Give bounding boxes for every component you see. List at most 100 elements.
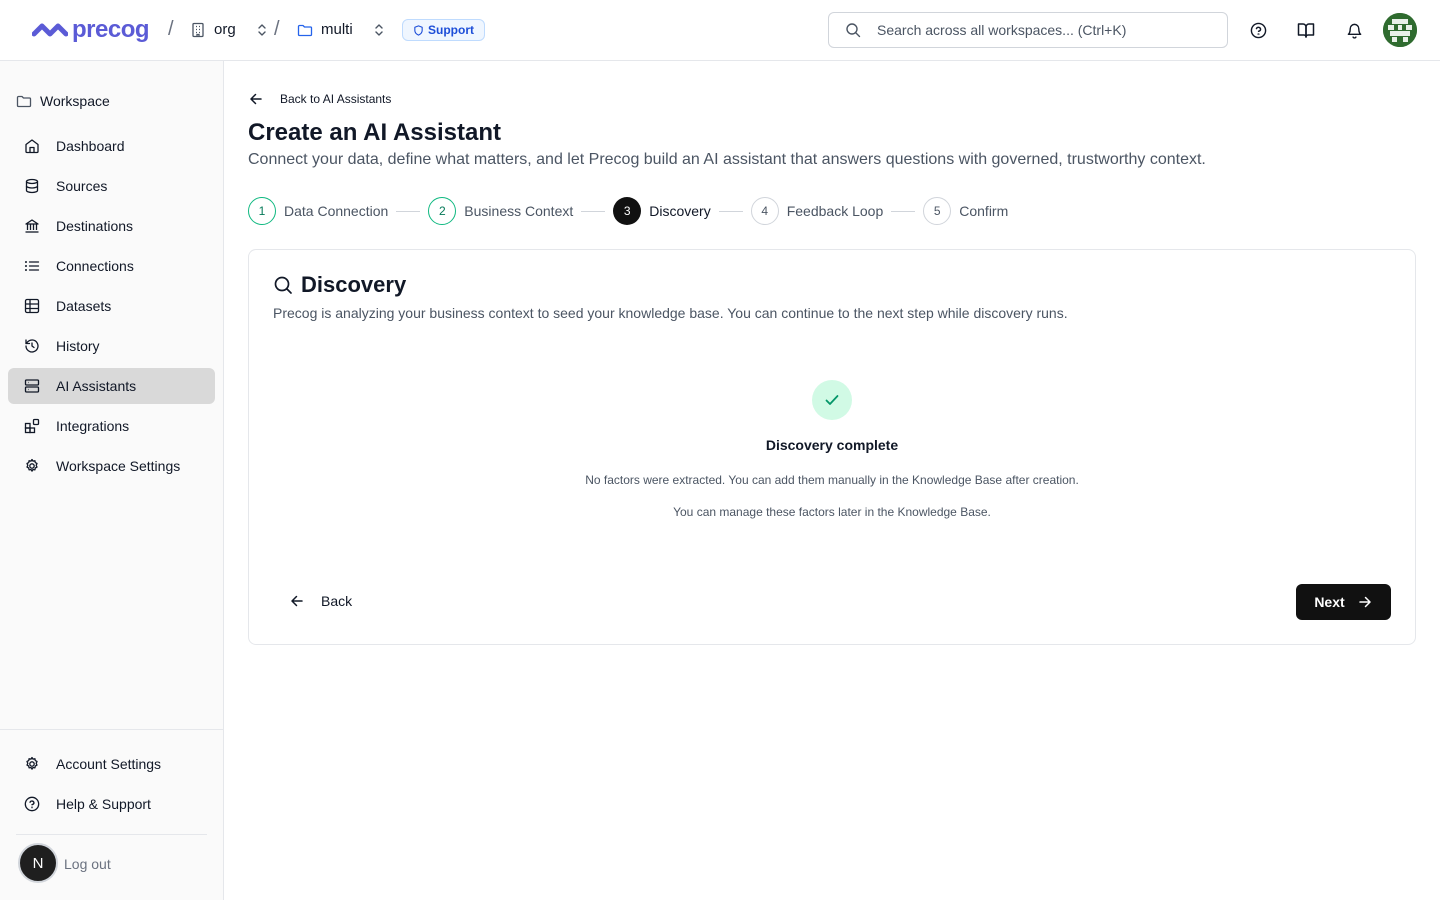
step-label: Discovery	[649, 203, 711, 219]
logo-text: precog	[72, 16, 150, 43]
history-icon	[25, 339, 39, 353]
logout-link[interactable]: Log out	[64, 856, 111, 872]
arrow-left-icon	[291, 595, 303, 607]
folder-icon	[297, 24, 313, 37]
step-label: Data Connection	[284, 203, 389, 219]
back-link-label: Back to AI Assistants	[280, 92, 392, 106]
chevrons-up-down-icon	[257, 24, 266, 36]
avatar-pattern-icon	[1383, 13, 1417, 47]
back-button[interactable]: Back	[277, 585, 364, 617]
sidebar-item-sources[interactable]: Sources	[8, 168, 215, 204]
docs-button[interactable]	[1294, 18, 1318, 42]
org-label: org	[214, 21, 236, 38]
sidebar-item-label: Integrations	[56, 418, 130, 434]
workspace-section-title: Workspace	[16, 93, 110, 109]
database-icon	[25, 178, 39, 194]
global-search[interactable]	[828, 12, 1228, 48]
workspace-selector[interactable]: multi	[297, 18, 387, 42]
search-icon	[274, 276, 292, 294]
sidebar-item-label: Dashboard	[56, 138, 125, 154]
server-icon	[24, 379, 40, 393]
bell-icon	[1347, 23, 1361, 39]
status-message: No factors were extracted. You can add t…	[585, 473, 1079, 487]
breadcrumb-separator: /	[168, 18, 174, 40]
step-feedback-loop: 4 Feedback Loop	[750, 197, 884, 225]
account-settings-label: Account Settings	[56, 756, 162, 772]
sidebar-item-workspace-settings[interactable]: Workspace Settings	[8, 448, 215, 484]
help-support-link[interactable]: Help & Support	[24, 789, 151, 819]
sidebar-item-label: Destinations	[56, 218, 134, 234]
step-connector	[891, 210, 916, 212]
help-circle-icon	[1250, 22, 1266, 38]
step-business-context[interactable]: 2 Business Context	[428, 197, 573, 225]
settings-icon	[26, 458, 38, 472]
step-label: Confirm	[959, 203, 1009, 219]
sidebar-item-label: Sources	[56, 178, 108, 194]
card-subtitle: Precog is analyzing your business contex…	[273, 305, 1068, 321]
step-number: 3	[613, 197, 642, 225]
help-circle-icon	[24, 796, 40, 812]
sidebar-item-ai-assistants[interactable]: AI Assistants	[8, 368, 215, 404]
page-title: Create an AI Assistant	[248, 119, 501, 146]
step-number: 5	[923, 197, 952, 225]
org-selector[interactable]: org	[190, 18, 270, 42]
step-number: 4	[750, 197, 779, 225]
sidebar-item-history[interactable]: History	[8, 328, 215, 364]
step-connector	[396, 210, 421, 212]
status-hint: You can manage these factors later in th…	[673, 505, 991, 519]
list-icon	[24, 260, 40, 272]
discovery-card: Discovery Precog is analyzing your busin…	[248, 249, 1416, 645]
support-badge[interactable]: Support	[402, 19, 485, 41]
sidebar-item-label: History	[56, 338, 100, 354]
success-badge	[812, 380, 852, 420]
step-connector	[581, 210, 606, 212]
sidebar-item-integrations[interactable]: Integrations	[8, 408, 215, 444]
wizard-stepper: 1 Data Connection 2 Business Context 3 D…	[248, 196, 1008, 226]
sidebar-item-label: Datasets	[56, 298, 112, 314]
workspace-title: Workspace	[40, 93, 110, 109]
workspace-label: multi	[321, 21, 353, 38]
sidebar-item-connections[interactable]: Connections	[8, 248, 215, 284]
step-connector	[718, 210, 743, 212]
step-discovery: 3 Discovery	[613, 197, 711, 225]
support-label: Support	[428, 23, 474, 37]
page-subtitle: Connect your data, define what matters, …	[248, 151, 1206, 168]
step-data-connection[interactable]: 1 Data Connection	[248, 197, 388, 225]
blocks-icon	[24, 418, 40, 434]
card-title: Discovery	[273, 272, 406, 298]
notifications-button[interactable]	[1342, 18, 1366, 42]
sidebar: Workspace Dashboard Sources Destinations…	[0, 61, 224, 900]
status-title: Discovery complete	[765, 437, 899, 453]
back-button-label: Back	[321, 593, 353, 609]
search-icon	[846, 23, 861, 38]
help-button[interactable]	[1246, 18, 1270, 42]
table-icon	[24, 298, 40, 314]
breadcrumb-separator: /	[274, 18, 280, 40]
back-to-ai-assistants-link[interactable]: Back to AI Assistants	[248, 91, 391, 107]
step-number: 1	[248, 197, 276, 225]
chevrons-up-down-icon	[374, 24, 383, 36]
user-avatar[interactable]	[1383, 13, 1417, 47]
step-confirm: 5 Confirm	[923, 197, 1008, 225]
precog-logo[interactable]: precog	[32, 16, 150, 44]
search-input[interactable]	[877, 22, 1207, 38]
step-number: 2	[428, 197, 457, 225]
sidebar-item-destinations[interactable]: Destinations	[8, 208, 215, 244]
sidebar-divider	[0, 729, 223, 730]
sidebar-item-datasets[interactable]: Datasets	[8, 288, 215, 324]
step-label: Business Context	[464, 203, 574, 219]
sidebar-item-label: AI Assistants	[56, 378, 137, 394]
home-icon	[25, 139, 39, 154]
next-button[interactable]: Next	[1296, 584, 1391, 620]
shield-icon	[414, 24, 423, 36]
next-button-label: Next	[1314, 594, 1345, 610]
sidebar-item-label: Connections	[56, 258, 134, 274]
step-label: Feedback Loop	[786, 203, 884, 219]
sidebar-item-dashboard[interactable]: Dashboard	[8, 128, 215, 164]
account-settings-link[interactable]: Account Settings	[24, 749, 161, 779]
arrow-left-icon	[250, 93, 262, 105]
arrow-right-icon	[1358, 596, 1371, 608]
user-initial-avatar[interactable]: N	[18, 843, 58, 883]
sidebar-item-label: Workspace Settings	[56, 458, 181, 474]
folder-icon	[16, 95, 32, 108]
